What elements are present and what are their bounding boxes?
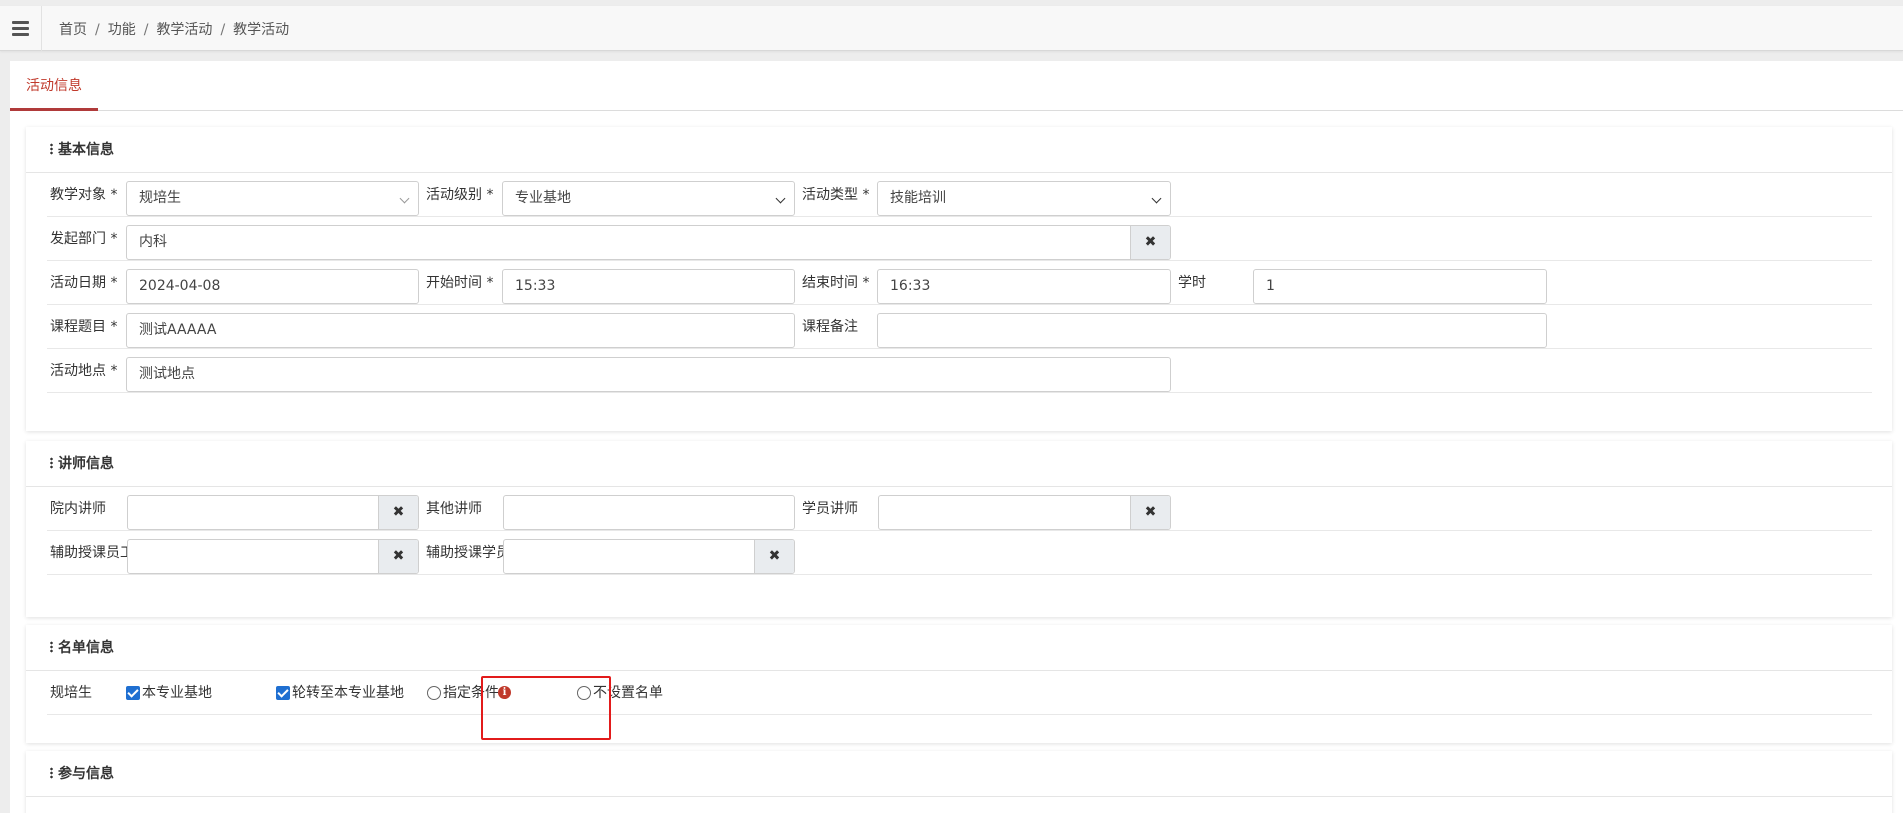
form-row-target: 教学对象 * 规培生 活动级别 * 专业基地 活动类型 * 技能培训	[47, 173, 1872, 217]
rotation-base-label[interactable]: 轮转至本专业基地	[292, 671, 404, 715]
roster-info-card: 名单信息 规培生 本专业基地 轮转至本专业基地 指定条件 i 不设置名单	[26, 625, 1892, 743]
end-time-input[interactable]: 16:33	[877, 269, 1171, 304]
chevron-down-icon	[1151, 193, 1162, 204]
own-base-label[interactable]: 本专业基地	[142, 671, 212, 715]
dept-input-group[interactable]: 内科 ✖	[126, 225, 1171, 260]
form-row-assistants: 辅助授课员工 ✖ 辅助授课学员 ✖	[47, 531, 1872, 575]
location-input[interactable]: 测试地点	[126, 357, 1171, 392]
checkbox-own-base[interactable]	[126, 686, 140, 700]
end-time-label: 结束时间 *	[802, 275, 870, 291]
assist-staff-label: 辅助授课员工	[50, 545, 134, 561]
type-select[interactable]: 技能培训	[877, 181, 1171, 216]
remark-input[interactable]	[877, 313, 1547, 348]
lecturer-info-title: 讲师信息	[58, 456, 114, 472]
roster-info-title: 名单信息	[58, 640, 114, 656]
level-label: 活动级别 *	[426, 187, 494, 203]
form-row-time: 活动日期 * 2024-04-08 开始时间 * 15:33 结束时间 * 16…	[47, 261, 1872, 305]
breadcrumb: 首页 / 功能 / 教学活动 / 教学活动	[59, 19, 289, 39]
roster-info-header: 名单信息	[26, 625, 1892, 671]
clear-icon[interactable]: ✖	[378, 540, 418, 573]
date-input[interactable]: 2024-04-08	[126, 269, 419, 304]
other-lecturer-input[interactable]	[503, 495, 795, 530]
level-select[interactable]: 专业基地	[502, 181, 795, 216]
remark-label: 课程备注	[802, 319, 858, 335]
participation-info-header: 参与信息	[26, 751, 1892, 797]
hours-input[interactable]: 1	[1253, 269, 1547, 304]
radio-specified-conditions[interactable]	[427, 686, 441, 700]
student-lecturer-input[interactable]: ✖	[878, 495, 1171, 530]
clear-icon[interactable]: ✖	[754, 540, 794, 573]
target-select[interactable]: 规培生	[126, 181, 419, 216]
tab-activity-info[interactable]: 活动信息	[10, 61, 98, 111]
clear-icon[interactable]: ✖	[1130, 496, 1170, 529]
topic-label: 课程题目 *	[50, 319, 118, 335]
date-label: 活动日期 *	[50, 275, 118, 291]
location-label: 活动地点 *	[50, 363, 118, 379]
breadcrumb-home[interactable]: 首页	[59, 22, 87, 38]
student-lecturer-label: 学员讲师	[802, 501, 858, 517]
chevron-down-icon	[775, 193, 786, 204]
breadcrumb-current: 教学活动	[233, 22, 290, 38]
assist-student-input[interactable]: ✖	[503, 539, 795, 574]
breadcrumb-separator: /	[220, 22, 226, 38]
breadcrumb-function[interactable]: 功能	[108, 22, 136, 38]
chevron-down-icon	[399, 193, 410, 204]
top-bar: 首页 / 功能 / 教学活动 / 教学活动	[0, 6, 1903, 51]
breadcrumb-teaching-activity[interactable]: 教学活动	[156, 22, 212, 38]
hours-label: 学时	[1178, 275, 1206, 291]
dept-label: 发起部门 *	[50, 231, 118, 247]
target-label: 教学对象 *	[50, 187, 118, 203]
form-row-location: 活动地点 * 测试地点	[47, 349, 1872, 393]
vertical-dots-icon	[50, 641, 53, 653]
assist-student-label: 辅助授课学员	[426, 545, 510, 561]
breadcrumb-separator: /	[95, 22, 100, 38]
basic-info-header: 基本信息	[26, 127, 1892, 173]
lecturer-info-card: 讲师信息 院内讲师 ✖ 其他讲师 学员讲师 ✖ 辅助授课员工 ✖ 辅助授课学员 …	[26, 441, 1892, 617]
vertical-dots-icon	[50, 457, 53, 469]
clear-icon[interactable]: ✖	[378, 496, 418, 529]
form-row-lecturers: 院内讲师 ✖ 其他讲师 学员讲师 ✖	[47, 487, 1872, 531]
dept-value: 内科	[139, 234, 167, 250]
lecturer-info-header: 讲师信息	[26, 441, 1892, 487]
highlight-box	[481, 676, 611, 740]
basic-info-card: 基本信息 教学对象 * 规培生 活动级别 * 专业基地 活动类型 * 技能培训 …	[26, 127, 1892, 431]
topic-input[interactable]: 测试AAAAA	[126, 313, 795, 348]
breadcrumb-separator: /	[143, 22, 149, 38]
start-time-label: 开始时间 *	[426, 275, 494, 291]
clear-icon[interactable]: ✖	[1130, 226, 1170, 259]
internal-lecturer-label: 院内讲师	[50, 501, 106, 517]
assist-staff-input[interactable]: ✖	[127, 539, 419, 574]
basic-info-title: 基本信息	[58, 142, 114, 158]
type-label: 活动类型 *	[802, 187, 870, 203]
checkbox-rotation-base[interactable]	[276, 686, 290, 700]
form-row-roster: 规培生 本专业基地 轮转至本专业基地 指定条件 i 不设置名单	[47, 671, 1872, 715]
roster-row-label: 规培生	[50, 685, 92, 701]
form-row-dept: 发起部门 * 内科 ✖	[47, 217, 1872, 261]
vertical-dots-icon	[50, 767, 53, 779]
start-time-input[interactable]: 15:33	[502, 269, 795, 304]
participation-info-title: 参与信息	[58, 766, 114, 782]
form-row-topic: 课程题目 * 测试AAAAA 课程备注	[47, 305, 1872, 349]
hamburger-menu-icon[interactable]	[0, 6, 42, 51]
tab-bar: 活动信息	[10, 61, 1903, 111]
vertical-dots-icon	[50, 143, 53, 155]
other-lecturer-label: 其他讲师	[426, 501, 482, 517]
internal-lecturer-input[interactable]: ✖	[127, 495, 419, 530]
main-content: 活动信息 基本信息 教学对象 * 规培生 活动级别 * 专业基地 活动类型 * …	[10, 61, 1903, 813]
participation-info-card: 参与信息	[26, 751, 1892, 813]
